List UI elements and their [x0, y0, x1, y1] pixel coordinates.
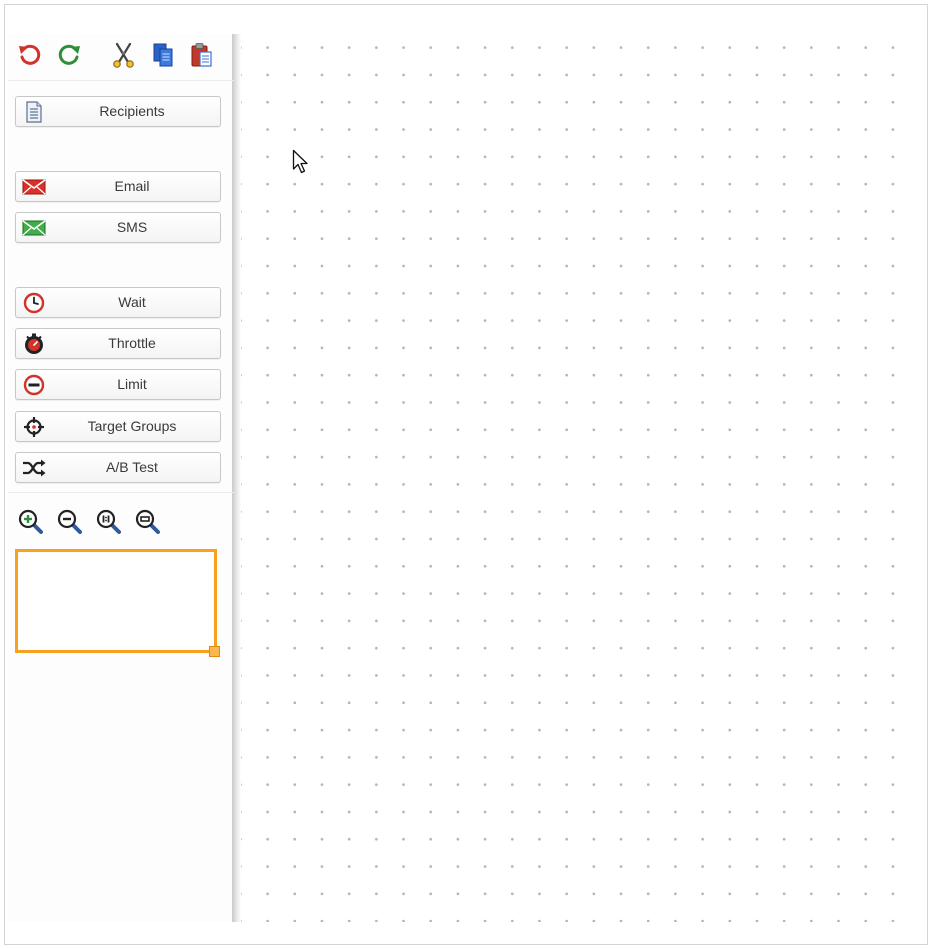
target-groups-button[interactable]: Target Groups — [15, 411, 221, 442]
sms-label: SMS — [116, 219, 148, 235]
email-button[interactable]: Email — [15, 171, 221, 202]
zoom-toolbar — [8, 504, 234, 540]
sms-button[interactable]: SMS — [15, 212, 221, 243]
zoom-out-button[interactable] — [56, 508, 84, 536]
copy-icon — [153, 43, 173, 67]
undo-icon — [19, 44, 41, 65]
limit-button[interactable]: Limit — [15, 369, 221, 400]
wait-label: Wait — [118, 294, 146, 310]
recipients-label: Recipients — [99, 103, 165, 119]
wait-button[interactable]: Wait — [15, 287, 221, 318]
throttle-button[interactable]: Throttle — [15, 328, 221, 359]
paste-icon — [191, 43, 212, 67]
redo-icon — [58, 44, 80, 65]
redo-button[interactable] — [54, 40, 84, 70]
no-entry-icon — [22, 374, 46, 396]
throttle-label: Throttle — [108, 335, 156, 351]
cut-button[interactable] — [109, 40, 139, 70]
sidebar-splitter[interactable] — [232, 34, 241, 922]
diagram-canvas[interactable] — [241, 34, 911, 922]
zoom-fit-icon — [135, 509, 160, 534]
crosshair-icon — [22, 416, 46, 438]
zoom-in-icon — [18, 509, 43, 534]
zoom-actual-icon — [96, 509, 121, 534]
shuffle-icon — [22, 457, 46, 479]
zoom-in-button[interactable] — [17, 508, 45, 536]
toolbar-divider — [8, 80, 234, 81]
document-list-icon — [22, 101, 46, 123]
palette-divider — [8, 492, 234, 493]
limit-label: Limit — [117, 376, 147, 392]
email-envelope-icon — [22, 176, 46, 198]
email-label: Email — [114, 178, 150, 194]
ab-test-button[interactable]: A/B Test — [15, 452, 221, 483]
zoom-actual-button[interactable] — [95, 508, 123, 536]
undo-button[interactable] — [15, 40, 45, 70]
outline-resize-handle[interactable] — [209, 646, 220, 657]
recipients-button[interactable]: Recipients — [15, 96, 221, 127]
sms-envelope-icon — [22, 217, 46, 239]
ab-test-label: A/B Test — [106, 459, 158, 475]
stopwatch-icon — [22, 333, 46, 355]
outline-viewport[interactable] — [15, 549, 217, 653]
copy-button[interactable] — [148, 40, 178, 70]
scissors-icon — [113, 42, 134, 68]
paste-button[interactable] — [187, 40, 217, 70]
zoom-fit-button[interactable] — [134, 508, 162, 536]
clock-icon — [22, 292, 46, 314]
zoom-out-icon — [57, 509, 82, 534]
edit-toolbar — [8, 34, 234, 80]
target-groups-label: Target Groups — [87, 418, 177, 434]
